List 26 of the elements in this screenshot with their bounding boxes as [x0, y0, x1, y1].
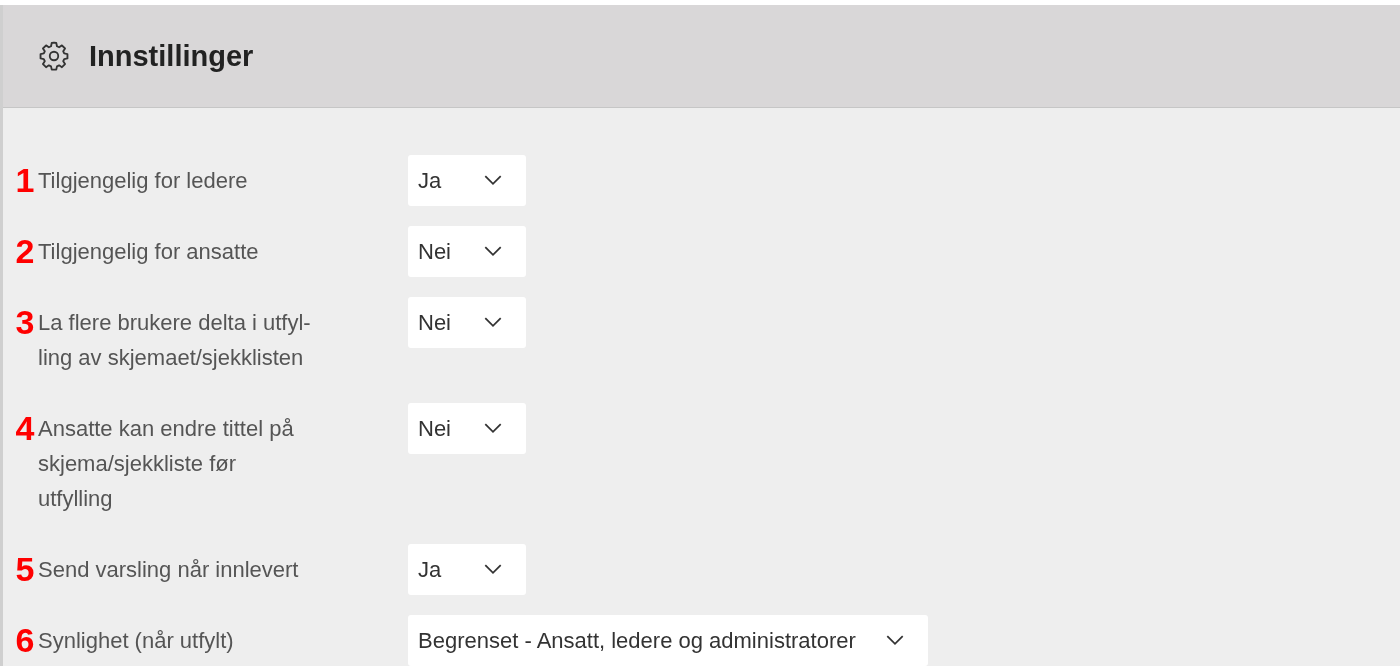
setting-label: Send varsling når innlevert [38, 556, 300, 584]
chevron-down-icon [484, 423, 502, 434]
step-number: 5 [14, 549, 36, 590]
dropdown[interactable]: Nei [408, 403, 526, 454]
chevron-down-icon [484, 175, 502, 186]
setting-label: Ansatte kan endre tittel på skjema/sjekkliste før utfylling [38, 415, 295, 513]
step-number: 6 [14, 620, 36, 661]
chevron-down-icon [484, 564, 502, 575]
setting-label: Tilgjengelig for ledere [38, 167, 249, 195]
chevron-down-icon [484, 317, 502, 328]
settings-icon [37, 39, 71, 73]
setting-label: Synlighet (når utfylt) [38, 627, 235, 655]
setting-label: Tilgjengelig for ansatte [38, 238, 260, 266]
dropdown[interactable]: Ja [408, 544, 526, 595]
page-title: Innstillinger [89, 39, 254, 73]
dropdown[interactable]: Nei [408, 297, 526, 348]
step-number: 3 [14, 302, 36, 343]
setting-label: La flere brukere delta i utfyl- ling av skjemaet/sjekklisten [38, 309, 312, 372]
chevron-down-icon [885, 635, 904, 646]
dropdown[interactable]: Begrenset - Ansatt, ledere og administratorer [408, 615, 928, 666]
dropdown[interactable]: Nei [408, 226, 526, 277]
chevron-down-icon [484, 246, 502, 257]
step-number: 2 [14, 231, 36, 272]
dropdown[interactable]: Ja [408, 155, 526, 206]
step-number: 1 [14, 160, 36, 201]
step-number: 4 [14, 408, 36, 449]
